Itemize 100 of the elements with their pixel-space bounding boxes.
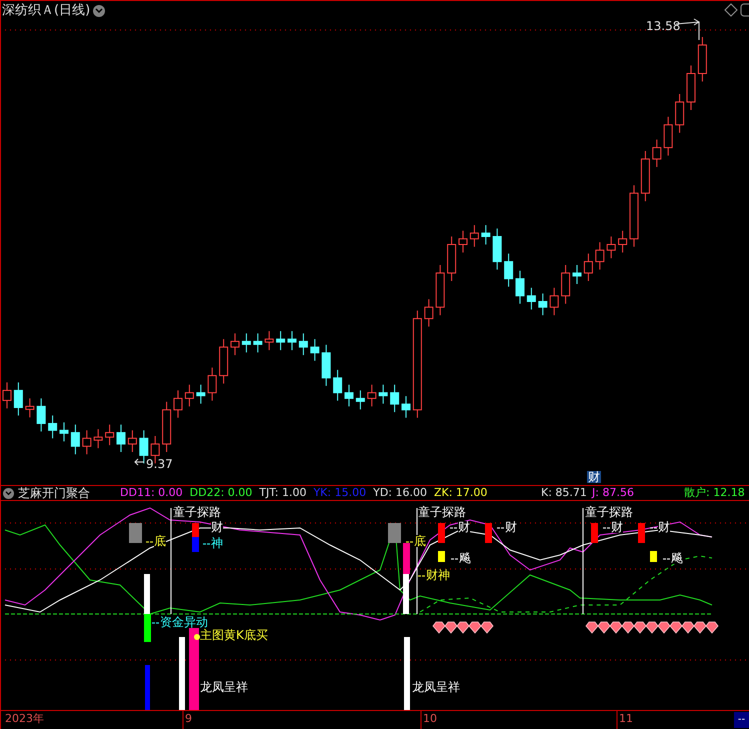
signal-bar	[438, 523, 445, 543]
candlestick	[504, 253, 514, 288]
candlestick	[618, 230, 628, 253]
candlestick	[698, 36, 707, 82]
dragon-signal-label: 龙凤呈祥	[412, 681, 460, 693]
probe-signal-label: 童子探路	[173, 506, 221, 518]
dropdown-icon[interactable]	[3, 488, 14, 499]
diamond-icon	[693, 622, 707, 634]
candlestick	[196, 384, 206, 404]
indicator-value: K: 85.71	[541, 487, 587, 498]
candlestick	[402, 396, 410, 418]
wealth-signal-label: 财	[658, 521, 670, 533]
diamond-icon	[456, 622, 470, 634]
candlestick	[481, 224, 490, 246]
wealth-signal-label: 财	[611, 521, 623, 533]
signal-bar	[591, 523, 598, 543]
probe-signal-label: 童子探路	[585, 506, 633, 518]
high-price-label: 13.58	[646, 20, 680, 32]
candlestick	[630, 184, 638, 248]
candlestick	[116, 424, 126, 452]
wealth-god-label: 财神	[426, 569, 450, 581]
indicator-value: DD22: 0.00	[190, 487, 252, 498]
indicator-value: TJT: 1.00	[259, 487, 306, 498]
leader-line	[662, 558, 670, 560]
gust-signal-label: 飚	[459, 552, 471, 564]
wealth-marker: 财	[587, 471, 601, 483]
candlestick	[390, 384, 400, 413]
diamond-icon	[681, 622, 695, 634]
candlestick	[25, 398, 34, 418]
candlestick	[310, 338, 320, 362]
candlestick	[447, 236, 456, 282]
candlestick	[94, 428, 103, 449]
dropdown-icon[interactable]	[93, 5, 105, 17]
diamond-icon	[597, 622, 611, 634]
leader-line	[134, 458, 144, 466]
low-price-label: 9.37	[146, 458, 173, 470]
gust-signal-label: 飚	[671, 552, 683, 564]
signal-bar	[438, 551, 445, 562]
dragon-signal-label: 龙凤呈祥	[200, 681, 248, 693]
wealth-signal-label: 财	[211, 521, 223, 533]
buy-signal-label: 主图黄K底买	[200, 629, 268, 641]
candlestick	[606, 236, 616, 259]
candlestick	[516, 270, 524, 304]
indicator-value: J: 87.56	[592, 487, 634, 498]
candlestick	[128, 430, 137, 452]
candlestick	[344, 384, 354, 407]
candlestick	[208, 367, 217, 402]
candlestick	[378, 384, 388, 404]
fund-signal-label: 资金异动	[160, 616, 208, 628]
candlestick	[550, 287, 559, 316]
candlestick	[356, 390, 365, 410]
diamond-icon	[724, 3, 738, 17]
signal-bar	[650, 551, 657, 562]
indicator-value: YK: 15.00	[313, 487, 366, 498]
candlestick	[686, 65, 696, 110]
candlestick	[458, 230, 468, 253]
probe-signal-label: 童子探路	[418, 506, 466, 518]
indicator-value: YD: 16.00	[373, 487, 427, 498]
candlestick	[367, 384, 376, 407]
diamond-icon	[609, 622, 623, 634]
candlestick	[572, 264, 582, 284]
diamond-icon	[621, 622, 635, 634]
candlestick	[640, 150, 650, 202]
candlestick	[242, 332, 251, 353]
wealth-signal-label: 财	[458, 521, 470, 533]
wealth-signal-label: 财	[505, 521, 517, 533]
indicator-value: DD11: 0.00	[120, 487, 183, 498]
candlestick	[333, 369, 342, 402]
candlestick	[219, 338, 228, 384]
candlestick	[492, 228, 502, 270]
candlestick	[36, 398, 46, 432]
diamond-icon	[705, 622, 719, 634]
candlestick	[82, 430, 92, 455]
chart-title: 深纺织Ａ(日线)	[2, 4, 90, 17]
candlestick	[276, 330, 286, 351]
signal-bar	[485, 523, 492, 543]
candlestick	[675, 94, 684, 134]
candlestick	[470, 224, 479, 248]
toggle-icon	[740, 4, 749, 16]
axis-toggle-button[interactable]: --	[734, 712, 749, 728]
candlestick	[70, 424, 80, 455]
god-signal-label: 神	[211, 537, 223, 549]
candlestick	[652, 139, 662, 168]
candlestick	[424, 298, 434, 328]
time-axis-label: 11	[619, 713, 633, 724]
candlestick	[298, 332, 308, 356]
candlestick	[584, 253, 593, 282]
candlestick	[264, 330, 274, 351]
time-axis-label: 9	[185, 713, 192, 724]
candlestick	[14, 382, 23, 416]
candlestick	[48, 414, 58, 439]
candlestick	[139, 430, 148, 464]
candlestick	[60, 422, 68, 442]
candlestick	[538, 293, 548, 316]
candlestick	[664, 116, 673, 156]
leader-line	[152, 622, 160, 624]
candlestick	[526, 287, 536, 310]
candlestick	[162, 401, 172, 452]
bottom-signal-label: 底	[414, 535, 426, 547]
diamond-icon	[585, 622, 599, 634]
